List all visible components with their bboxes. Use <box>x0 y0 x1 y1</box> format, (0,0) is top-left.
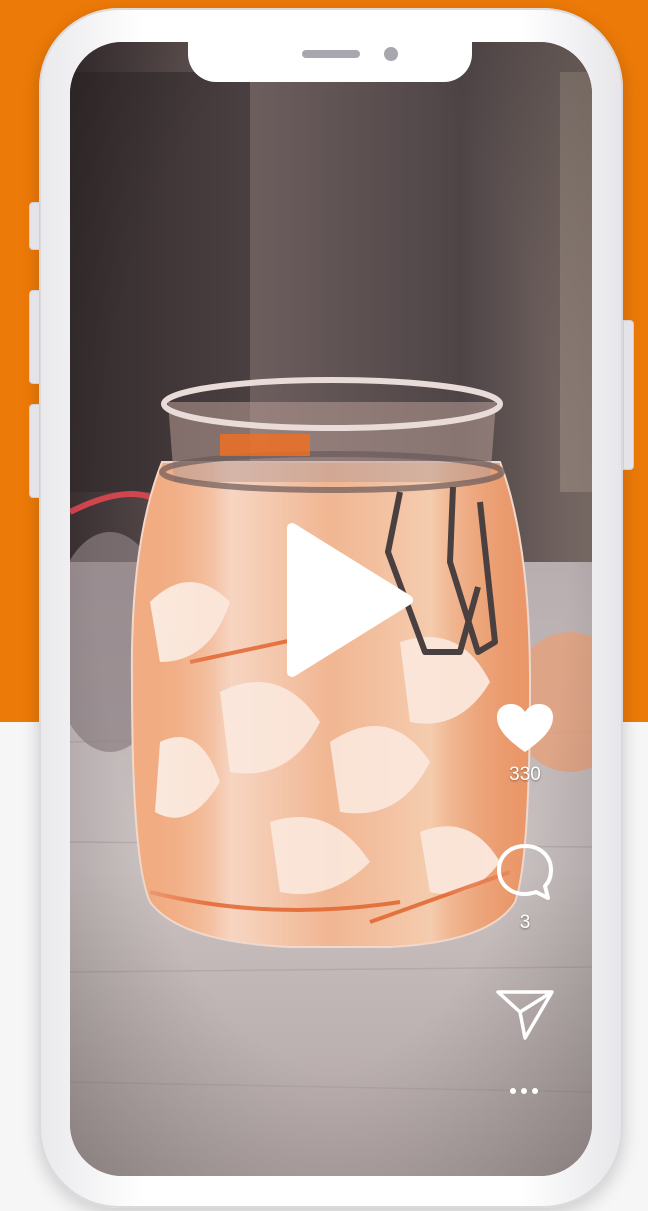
phone-notch <box>188 40 472 82</box>
speaker-grille <box>302 50 360 58</box>
dot <box>510 1088 516 1094</box>
share-action[interactable] <box>495 986 555 1042</box>
comment-action[interactable]: 3 <box>495 842 555 934</box>
front-camera-icon <box>384 47 398 61</box>
phone-silent-switch <box>29 202 40 250</box>
video-actions: 330 3 <box>70 42 592 1176</box>
dot <box>532 1088 538 1094</box>
heart-icon[interactable] <box>495 702 555 754</box>
like-count: 330 <box>509 764 541 785</box>
paper-plane-icon[interactable] <box>495 986 555 1042</box>
phone-screen: 330 3 <box>70 42 592 1176</box>
like-action[interactable]: 330 <box>495 702 555 786</box>
comment-count: 3 <box>519 912 531 933</box>
dot <box>521 1088 527 1094</box>
phone-power-button <box>623 320 634 470</box>
phone-volume-down-button <box>29 404 40 498</box>
more-dots-icon[interactable] <box>510 1088 538 1094</box>
comment-bubble-icon[interactable] <box>495 842 555 902</box>
phone-volume-up-button <box>29 290 40 384</box>
